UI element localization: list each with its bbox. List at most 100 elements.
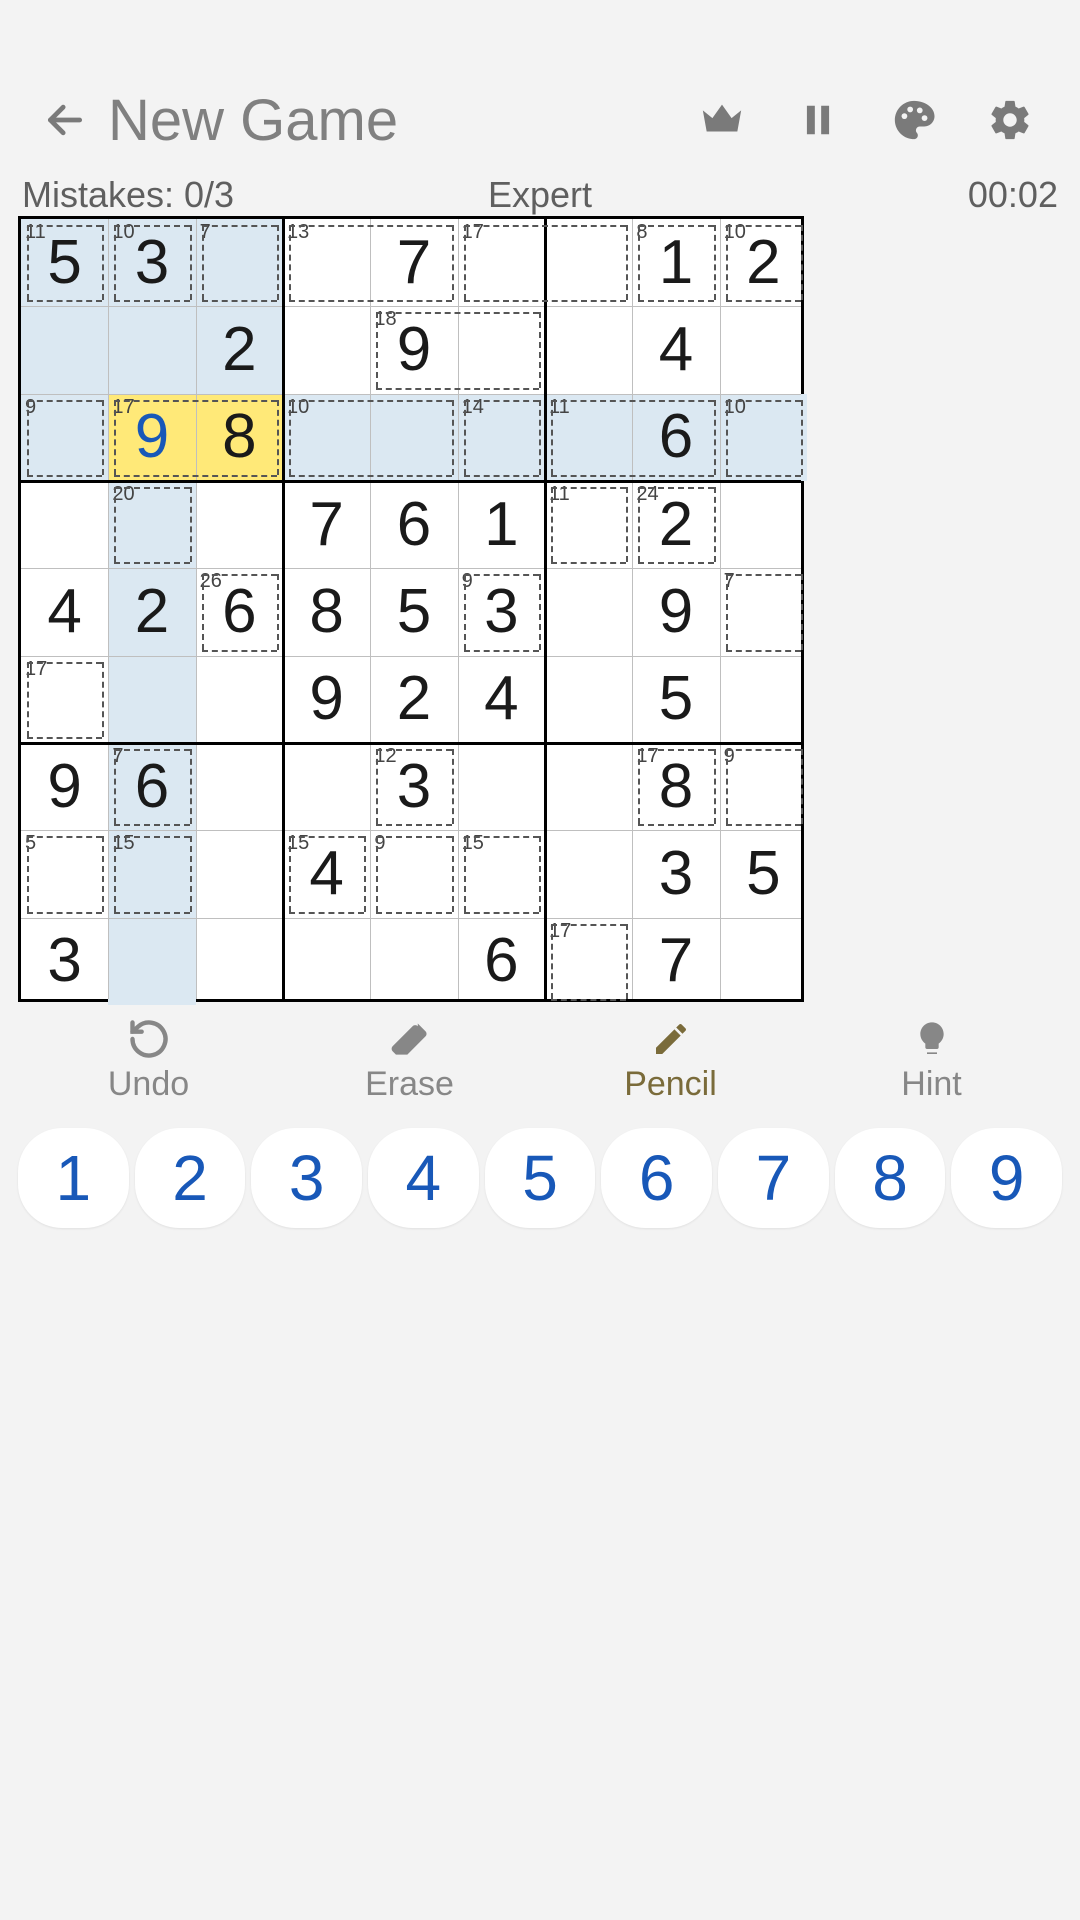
- cell-r5-c7[interactable]: 5: [632, 656, 719, 743]
- cell-r3-c5[interactable]: 1: [458, 481, 545, 568]
- num-button-4[interactable]: 4: [368, 1128, 479, 1228]
- cage-border: [102, 662, 104, 737]
- num-button-2[interactable]: 2: [135, 1128, 246, 1228]
- cell-r6-c3[interactable]: [283, 743, 370, 830]
- cage-border: [551, 924, 626, 926]
- cell-r4-c3[interactable]: 8: [283, 568, 370, 655]
- cell-r7-c6[interactable]: [545, 830, 632, 917]
- cell-value: 5: [659, 668, 693, 730]
- cell-r3-c3[interactable]: 7: [283, 481, 370, 568]
- cell-r1-c2[interactable]: 2: [196, 306, 283, 393]
- cell-value: 9: [397, 319, 431, 381]
- cell-r7-c7[interactable]: 3: [632, 830, 719, 917]
- undo-button[interactable]: Undo: [18, 1015, 279, 1105]
- undo-label: Undo: [108, 1065, 189, 1104]
- cell-r5-c6[interactable]: [545, 656, 632, 743]
- cell-r2-c7[interactable]: 6: [632, 394, 719, 481]
- cell-value: 5: [47, 232, 81, 294]
- cell-r4-c0[interactable]: 4: [21, 568, 108, 655]
- hint-button[interactable]: Hint: [801, 1015, 1062, 1105]
- cell-r4-c6[interactable]: [545, 568, 632, 655]
- cell-r5-c5[interactable]: 4: [458, 656, 545, 743]
- cell-r1-c7[interactable]: 4: [632, 306, 719, 393]
- cage-border: [277, 574, 279, 649]
- hint-icon: [910, 1017, 954, 1061]
- cage-border: [277, 225, 279, 300]
- cell-r6-c2[interactable]: [196, 743, 283, 830]
- cage-border: [27, 300, 102, 302]
- cage-border: [464, 400, 466, 475]
- cell-r8-c5[interactable]: 6: [458, 918, 545, 1005]
- cage-border: [464, 300, 627, 302]
- cell-r5-c1[interactable]: [108, 656, 195, 743]
- palette-icon[interactable]: [884, 90, 944, 150]
- cell-r5-c4[interactable]: 2: [370, 656, 457, 743]
- cell-r7-c8[interactable]: 5: [720, 830, 807, 917]
- cell-r2-c4[interactable]: [370, 394, 457, 481]
- page-title[interactable]: New Game: [108, 87, 398, 154]
- cell-r5-c2[interactable]: [196, 656, 283, 743]
- cage-border: [551, 400, 553, 475]
- cell-r1-c3[interactable]: [283, 306, 370, 393]
- cell-r1-c8[interactable]: [720, 306, 807, 393]
- cell-r0-c6[interactable]: [545, 219, 632, 306]
- cell-r4-c4[interactable]: 5: [370, 568, 457, 655]
- num-button-1[interactable]: 1: [18, 1128, 129, 1228]
- cell-r7-c2[interactable]: [196, 830, 283, 917]
- pencil-label: Pencil: [624, 1065, 717, 1104]
- cage-border: [114, 225, 189, 227]
- num-button-6[interactable]: 6: [601, 1128, 712, 1228]
- cage-border: [376, 836, 378, 911]
- cage-border: [638, 487, 640, 562]
- cell-value: 6: [484, 930, 518, 992]
- back-icon[interactable]: [40, 95, 90, 145]
- cell-r5-c3[interactable]: 9: [283, 656, 370, 743]
- cell-r3-c8[interactable]: [720, 481, 807, 568]
- cell-r1-c1[interactable]: [108, 306, 195, 393]
- cell-value: 7: [397, 232, 431, 294]
- cell-r2-c2[interactable]: 8: [196, 394, 283, 481]
- cell-r3-c2[interactable]: [196, 481, 283, 568]
- num-button-5[interactable]: 5: [485, 1128, 596, 1228]
- erase-button[interactable]: Erase: [279, 1015, 540, 1105]
- cell-r8-c1[interactable]: [108, 918, 195, 1005]
- cell-r5-c8[interactable]: [720, 656, 807, 743]
- cell-r8-c7[interactable]: 7: [632, 918, 719, 1005]
- cell-r8-c4[interactable]: [370, 918, 457, 1005]
- cell-r1-c5[interactable]: [458, 306, 545, 393]
- cell-r4-c7[interactable]: 9: [632, 568, 719, 655]
- cell-r8-c8[interactable]: [720, 918, 807, 1005]
- cell-value: 3: [659, 843, 693, 905]
- cell-r3-c0[interactable]: [21, 481, 108, 568]
- cell-value: 8: [222, 406, 256, 468]
- crown-icon[interactable]: [692, 90, 752, 150]
- cell-r8-c2[interactable]: [196, 918, 283, 1005]
- cell-r6-c5[interactable]: [458, 743, 545, 830]
- num-button-3[interactable]: 3: [251, 1128, 362, 1228]
- num-button-9[interactable]: 9: [951, 1128, 1062, 1228]
- pencil-button[interactable]: Pencil: [540, 1015, 801, 1105]
- cell-r8-c0[interactable]: 3: [21, 918, 108, 1005]
- cell-r6-c6[interactable]: [545, 743, 632, 830]
- cage-border: [27, 475, 102, 477]
- cell-r1-c0[interactable]: [21, 306, 108, 393]
- cage-border: [202, 300, 277, 302]
- pause-icon[interactable]: [788, 90, 848, 150]
- cage-border: [289, 475, 452, 477]
- num-button-7[interactable]: 7: [718, 1128, 829, 1228]
- cage-border: [114, 912, 189, 914]
- num-button-8[interactable]: 8: [835, 1128, 946, 1228]
- gear-icon[interactable]: [980, 90, 1040, 150]
- cell-r1-c6[interactable]: [545, 306, 632, 393]
- cell-r6-c0[interactable]: 9: [21, 743, 108, 830]
- cell-value: 7: [309, 494, 343, 556]
- cell-value: 4: [309, 843, 343, 905]
- cell-r3-c4[interactable]: 6: [370, 481, 457, 568]
- cell-value: 2: [659, 494, 693, 556]
- cage-border: [726, 574, 728, 649]
- cell-r0-c4[interactable]: 7: [370, 219, 457, 306]
- cage-border: [726, 225, 801, 227]
- cage-border: [551, 487, 553, 562]
- cell-r4-c1[interactable]: 2: [108, 568, 195, 655]
- cell-r8-c3[interactable]: [283, 918, 370, 1005]
